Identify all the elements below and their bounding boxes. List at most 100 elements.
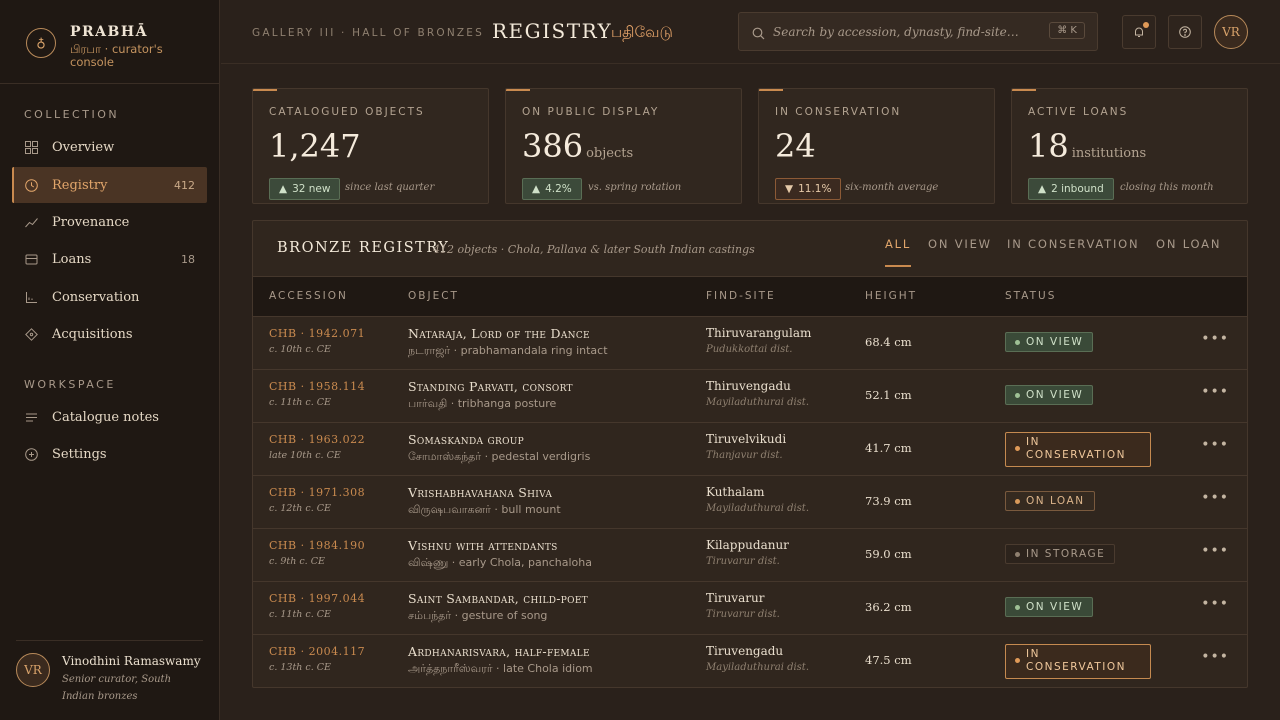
user-profile[interactable]: VR Vinodhini Ramaswamy Senior curator, S…	[16, 640, 203, 720]
object-name[interactable]: Vishnu with attendants	[408, 538, 558, 553]
tab-in-conservation[interactable]: IN CONSERVATION	[1007, 237, 1139, 261]
page-title-tamil: பதிவேடு	[611, 23, 673, 41]
sidebar-item-acquisitions[interactable]: Acquisitions	[12, 316, 207, 352]
table-row[interactable]: CHB · 1942.071 c. 10th c. CE Nataraja, Lor…	[253, 317, 1247, 370]
arrow-up-icon: ▲	[1038, 183, 1047, 195]
loans-count: 18	[181, 252, 195, 266]
arrow-down-icon: ▼	[785, 183, 794, 195]
sidebar-item-conservation[interactable]: Conservation	[12, 279, 207, 315]
avatar: VR	[16, 653, 50, 687]
height-value: 68.4 cm	[865, 335, 912, 349]
status-badge: ON VIEW	[1005, 597, 1094, 617]
lamp-logo-icon: ♁	[26, 28, 56, 58]
search-input[interactable]	[773, 22, 1043, 42]
column-header-find-site[interactable]: FIND-SITE	[706, 290, 776, 302]
table-header: ACCESSION OBJECT FIND-SITE HEIGHT STATUS	[253, 277, 1247, 317]
table-row[interactable]: CHB · 1984.190 c. 9th c. CE Vishnu with at…	[253, 529, 1247, 582]
sidebar-item-catalogue-notes[interactable]: Catalogue notes	[12, 399, 207, 435]
search-box[interactable]: ⌘ K	[738, 12, 1098, 51]
object-name[interactable]: Ardhanarisvara, half-female	[408, 644, 590, 659]
column-header-accession[interactable]: ACCESSION	[269, 290, 348, 302]
sidebar-item-overview[interactable]: Overview	[12, 129, 207, 165]
header-avatar[interactable]: VR	[1214, 15, 1248, 49]
column-header-object[interactable]: OBJECT	[408, 290, 459, 302]
era-label: c. 11th c. CE	[269, 609, 331, 620]
accession-link[interactable]: CHB · 1997.044	[269, 592, 365, 605]
sidebar-item-settings[interactable]: Settings	[12, 436, 207, 472]
diamond-icon	[24, 327, 38, 341]
object-name[interactable]: Somaskanda group	[408, 432, 524, 447]
find-site: Thiruvarangulam	[706, 326, 812, 340]
more-actions-icon[interactable]: •••	[1201, 437, 1229, 453]
tab-on-view[interactable]: ON VIEW	[928, 237, 992, 261]
object-name[interactable]: Nataraja, Lord of the Dance	[408, 326, 590, 341]
registry-title: BRONZE REGISTRY	[277, 240, 450, 256]
table-row[interactable]: CHB · 1963.022 late 10th c. CE Somaskanda …	[253, 423, 1247, 476]
workspace-section-label: WORKSPACE	[24, 378, 116, 391]
more-actions-icon[interactable]: •••	[1201, 384, 1229, 400]
table-row[interactable]: CHB · 2004.117 c. 13th c. CE Ardhanarisvar…	[253, 635, 1247, 687]
registry-count: 412	[174, 178, 195, 192]
find-site: Kilappudanur	[706, 538, 789, 552]
help-button[interactable]	[1168, 15, 1202, 49]
find-site: Tiruvelvikudi	[706, 432, 787, 446]
stat-delta-badge: ▼ 11.1%	[775, 178, 842, 200]
era-label: c. 12th c. CE	[269, 503, 331, 514]
more-actions-icon[interactable]: •••	[1201, 543, 1229, 559]
sidebar-item-provenance[interactable]: Provenance	[12, 204, 207, 240]
status-badge: ON VIEW	[1005, 385, 1094, 405]
find-site: Tiruvarur	[706, 591, 765, 605]
more-actions-icon[interactable]: •••	[1201, 649, 1229, 665]
object-detail: அர்த்தநாரீஸ்வரர் · late Chola idiom	[408, 662, 593, 675]
object-name[interactable]: Standing Parvati, consort	[408, 379, 573, 394]
era-label: late 10th c. CE	[269, 450, 341, 461]
accession-link[interactable]: CHB · 1984.190	[269, 539, 365, 552]
accession-link[interactable]: CHB · 1942.071	[269, 327, 365, 340]
sidebar-item-label: Acquisitions	[52, 326, 133, 342]
lines-icon	[24, 410, 38, 424]
tab-all[interactable]: ALL	[885, 237, 912, 267]
more-actions-icon[interactable]: •••	[1201, 490, 1229, 506]
stat-delta-badge: ▲ 4.2%	[522, 178, 582, 200]
find-site: Thiruvengadu	[706, 379, 791, 393]
district: Mayiladuthurai dist.	[706, 503, 809, 514]
table-row[interactable]: CHB · 1958.114 c. 11th c. CE Standing Parv…	[253, 370, 1247, 423]
sidebar-item-label: Catalogue notes	[52, 409, 159, 425]
sidebar-item-registry[interactable]: Registry 412	[12, 167, 207, 203]
brand-title: PRABHĀ	[70, 24, 148, 40]
registry-subtitle: 412 objects · Chola, Pallava & later Sou…	[433, 243, 755, 256]
table-row[interactable]: CHB · 1997.044 c. 11th c. CE Saint Samband…	[253, 582, 1247, 635]
tab-on-loan[interactable]: ON LOAN	[1156, 237, 1221, 261]
accession-link[interactable]: CHB · 1963.022	[269, 433, 365, 446]
status-badge: ON LOAN	[1005, 491, 1095, 511]
object-detail: நடராஜர் · prabhamandala ring intact	[408, 344, 608, 357]
notifications-button[interactable]	[1122, 15, 1156, 49]
column-header-height[interactable]: HEIGHT	[865, 290, 917, 302]
stat-value: 386 objects	[522, 127, 634, 165]
more-actions-icon[interactable]: •••	[1201, 596, 1229, 612]
sidebar-item-loans[interactable]: Loans 18	[12, 241, 207, 277]
card-icon	[24, 252, 38, 266]
table-row[interactable]: CHB · 1971.308 c. 12th c. CE Vrishabhavaha…	[253, 476, 1247, 529]
stat-card-conservation: IN CONSERVATION 24 ▼ 11.1% six-month aver…	[758, 88, 995, 204]
more-actions-icon[interactable]: •••	[1201, 331, 1229, 347]
object-name[interactable]: Vrishabhavahana Shiva	[408, 485, 552, 500]
clock-icon	[24, 178, 38, 192]
accession-link[interactable]: CHB · 2004.117	[269, 645, 365, 658]
trend-icon	[24, 215, 38, 229]
brand-subtitle: பிரபா · curator's console	[70, 42, 163, 69]
breadcrumb[interactable]: GALLERY III · HALL OF BRONZES	[252, 27, 484, 39]
help-icon	[1179, 23, 1191, 42]
district: Mayiladuthurai dist.	[706, 662, 809, 673]
object-detail: சோமாஸ்கந்தர் · pedestal verdigris	[408, 450, 591, 463]
accession-link[interactable]: CHB · 1971.308	[269, 486, 365, 499]
collection-section-label: COLLECTION	[24, 108, 120, 121]
object-detail: பார்வதி · tribhanga posture	[408, 397, 557, 410]
status-badge: IN STORAGE	[1005, 544, 1116, 564]
object-name[interactable]: Saint Sambandar, child-poet	[408, 591, 588, 606]
stat-card-display: ON PUBLIC DISPLAY 386 objects ▲ 4.2% vs. s…	[505, 88, 742, 204]
keyboard-shortcut-hint: ⌘ K	[1049, 22, 1085, 39]
column-header-status[interactable]: STATUS	[1005, 290, 1056, 302]
registry-panel: BRONZE REGISTRY 412 objects · Chola, Pal…	[252, 220, 1248, 688]
accession-link[interactable]: CHB · 1958.114	[269, 380, 365, 393]
